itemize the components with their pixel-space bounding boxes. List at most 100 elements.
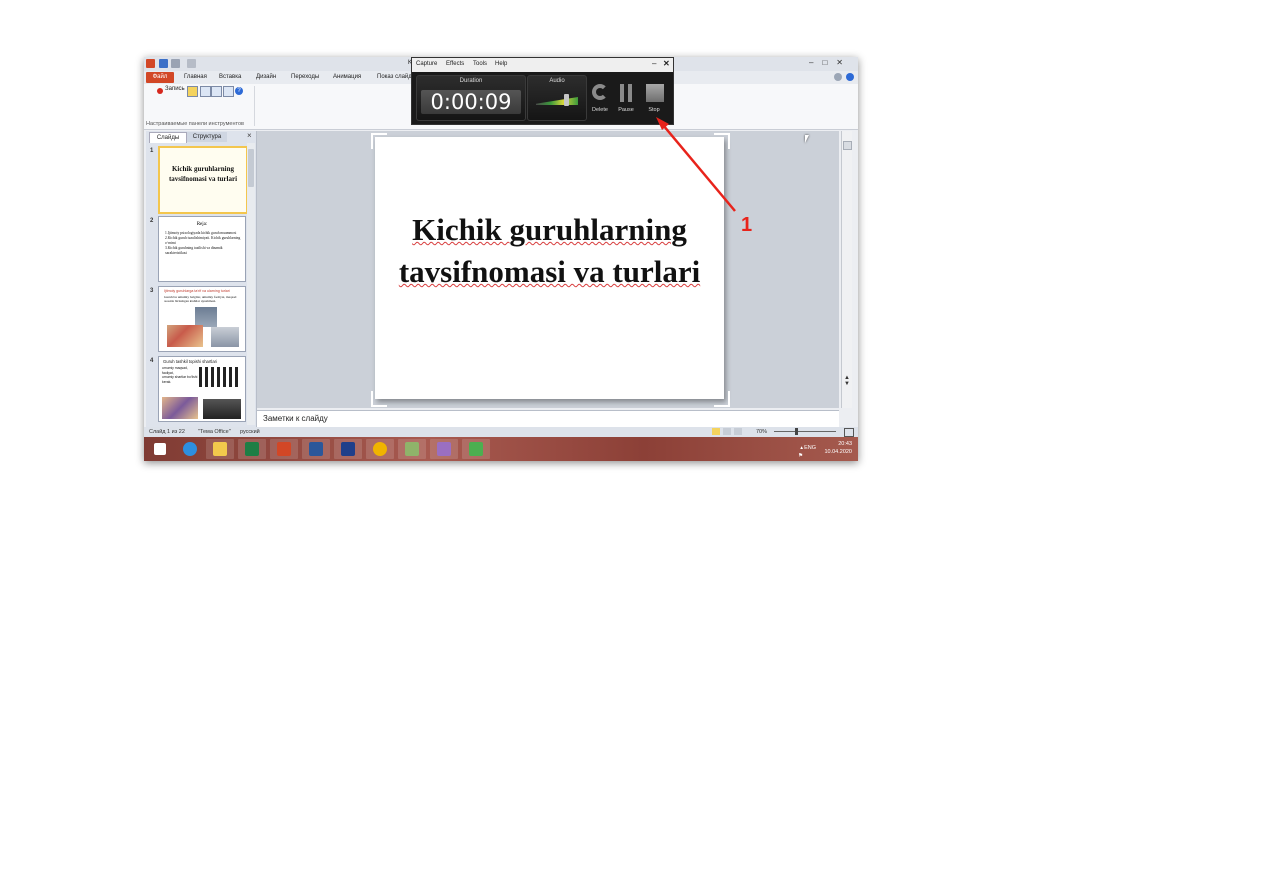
tab-file[interactable]: Файл	[146, 72, 174, 83]
sorter-view-icon[interactable]	[723, 428, 731, 435]
record-icon[interactable]	[157, 88, 163, 94]
mouse-cursor-icon	[805, 135, 809, 143]
tab-slideshow[interactable]: Показ слайд	[377, 74, 412, 80]
slide-counter: Слайд 1 из 22	[149, 429, 185, 435]
excel-icon	[245, 442, 259, 456]
menu-help[interactable]: Help	[495, 61, 507, 67]
pointer-tool-icon[interactable]	[187, 86, 198, 97]
timing-icon[interactable]	[211, 86, 222, 97]
duration-panel: Duration 0:00:09	[416, 75, 526, 121]
close-icon[interactable]: ✕	[663, 59, 670, 68]
menu-effects[interactable]: Effects	[446, 61, 464, 67]
word-icon	[309, 442, 323, 456]
narration-icon[interactable]	[200, 86, 211, 97]
language: русский	[240, 429, 260, 435]
input-language[interactable]: ENG	[804, 444, 816, 452]
start-button[interactable]	[146, 439, 174, 459]
record-button[interactable]: Запись	[165, 86, 185, 92]
tab-home[interactable]: Главная	[184, 74, 207, 80]
audio-label: Audio	[549, 78, 565, 84]
media-player-icon	[373, 442, 387, 456]
slide-thumbnail-4[interactable]: Guruh tashkil topishi shartlari umumiy m…	[158, 356, 246, 422]
pane-tabs: Слайды Структура ×	[146, 131, 256, 143]
tab-transitions[interactable]: Переходы	[291, 74, 319, 80]
tab-insert[interactable]: Вставка	[219, 74, 241, 80]
tab-design[interactable]: Дизайн	[256, 74, 276, 80]
taskbar-app[interactable]	[430, 439, 458, 459]
help-icon[interactable]	[846, 73, 854, 81]
theme-name: "Тема Office"	[198, 429, 231, 435]
capture-corner	[714, 391, 730, 407]
delete-button[interactable]: Delete	[589, 82, 611, 118]
screen-icon[interactable]	[223, 86, 234, 97]
prev-next-slide-icon[interactable]: ▲ ▼	[844, 375, 850, 387]
delete-label: Delete	[592, 107, 608, 113]
thumb-title: Reja:	[196, 222, 208, 227]
screen-recorder-panel: Capture Effects Tools Help – ✕ Duration …	[411, 57, 674, 125]
taskbar-word[interactable]	[302, 439, 330, 459]
window-controls[interactable]: –□✕	[809, 58, 852, 67]
floppy-icon	[341, 442, 355, 456]
silhouettes-photo	[199, 367, 241, 387]
tab-animation[interactable]: Анимация	[333, 74, 361, 80]
taskbar-app[interactable]	[398, 439, 426, 459]
notes-placeholder[interactable]: Заметки к слайду	[263, 414, 328, 423]
thumb-number: 3	[150, 288, 154, 294]
slide-thumbnail-3[interactable]: Ijtimoiy guruhlarga ta‘rif va ularning t…	[158, 286, 246, 352]
clock[interactable]: 20:43 10.04.2020	[822, 440, 852, 456]
reading-view-icon[interactable]	[734, 428, 742, 435]
thumb-number: 1	[150, 148, 154, 154]
app-icon	[437, 442, 451, 456]
taskbar-media[interactable]	[366, 439, 394, 459]
stop-button[interactable]: Stop	[643, 82, 665, 118]
pause-icon	[620, 84, 624, 102]
graduates-photo	[203, 399, 241, 419]
slide-thumbnail-1[interactable]: Kichik guruhlarning tavsifnomasi va turl…	[158, 146, 248, 214]
minimize-icon[interactable]: –	[652, 59, 656, 68]
zoom-slider-thumb[interactable]	[795, 428, 798, 435]
pause-button[interactable]: Pause	[615, 82, 637, 118]
scroll-thumb[interactable]	[843, 141, 852, 150]
zoom-level[interactable]: 70%	[756, 429, 767, 435]
people-photo	[195, 307, 217, 327]
audio-volume-slider[interactable]	[564, 94, 569, 106]
taskbar-save[interactable]	[334, 439, 362, 459]
pause-label: Pause	[618, 107, 634, 113]
thumb-number: 4	[150, 358, 154, 364]
meeting-photo	[211, 327, 239, 347]
status-bar: Слайд 1 из 22 "Тема Office" русский 70%	[144, 427, 858, 437]
undo-icon[interactable]	[171, 59, 180, 68]
fit-to-window-icon[interactable]	[844, 428, 854, 437]
save-icon[interactable]	[159, 59, 168, 68]
notes-pane[interactable]: Заметки к слайду	[257, 410, 839, 427]
group-photo	[167, 325, 203, 347]
minimize-ribbon-icon[interactable]	[834, 73, 842, 81]
group-separator	[254, 86, 255, 126]
taskbar-explorer[interactable]	[206, 439, 234, 459]
taskbar-recorder[interactable]	[462, 439, 490, 459]
zoom-slider[interactable]	[774, 431, 836, 432]
question-icon[interactable]: ?	[235, 87, 243, 95]
pane-scrollbar[interactable]	[247, 143, 255, 425]
undo-delete-icon	[592, 84, 608, 100]
thumb-title: Kichik guruhlarning tavsifnomasi va turl…	[168, 165, 238, 183]
thumb-body: umumiy maqsad, faoliyat, umumiy shartlar…	[162, 366, 198, 384]
taskbar-excel[interactable]	[238, 439, 266, 459]
slide-title[interactable]: Kichik guruhlarning tavsifnomasi va turl…	[375, 209, 724, 293]
taskbar-ie[interactable]	[176, 439, 204, 459]
close-icon[interactable]: ×	[247, 131, 252, 140]
vertical-scrollbar[interactable]: ▲ ▼	[841, 131, 852, 408]
scroll-thumb[interactable]	[248, 149, 254, 187]
windows-icon	[154, 443, 166, 455]
recorder-menu: Capture Effects Tools Help – ✕	[412, 58, 673, 72]
menu-tools[interactable]: Tools	[473, 61, 487, 67]
current-slide[interactable]: Kichik guruhlarning tavsifnomasi va turl…	[375, 137, 724, 399]
tab-outline[interactable]: Структура	[187, 132, 227, 142]
slide-thumbnail-2[interactable]: Reja: 1.Ijtimoiy psixologiyada kichik gu…	[158, 216, 246, 282]
normal-view-icon[interactable]	[712, 428, 720, 435]
group-label: Настраиваемые панели инструментов	[146, 121, 244, 127]
taskbar-powerpoint[interactable]	[270, 439, 298, 459]
tab-slides[interactable]: Слайды	[149, 132, 187, 143]
redo-icon[interactable]	[187, 59, 196, 68]
menu-capture[interactable]: Capture	[416, 61, 437, 67]
